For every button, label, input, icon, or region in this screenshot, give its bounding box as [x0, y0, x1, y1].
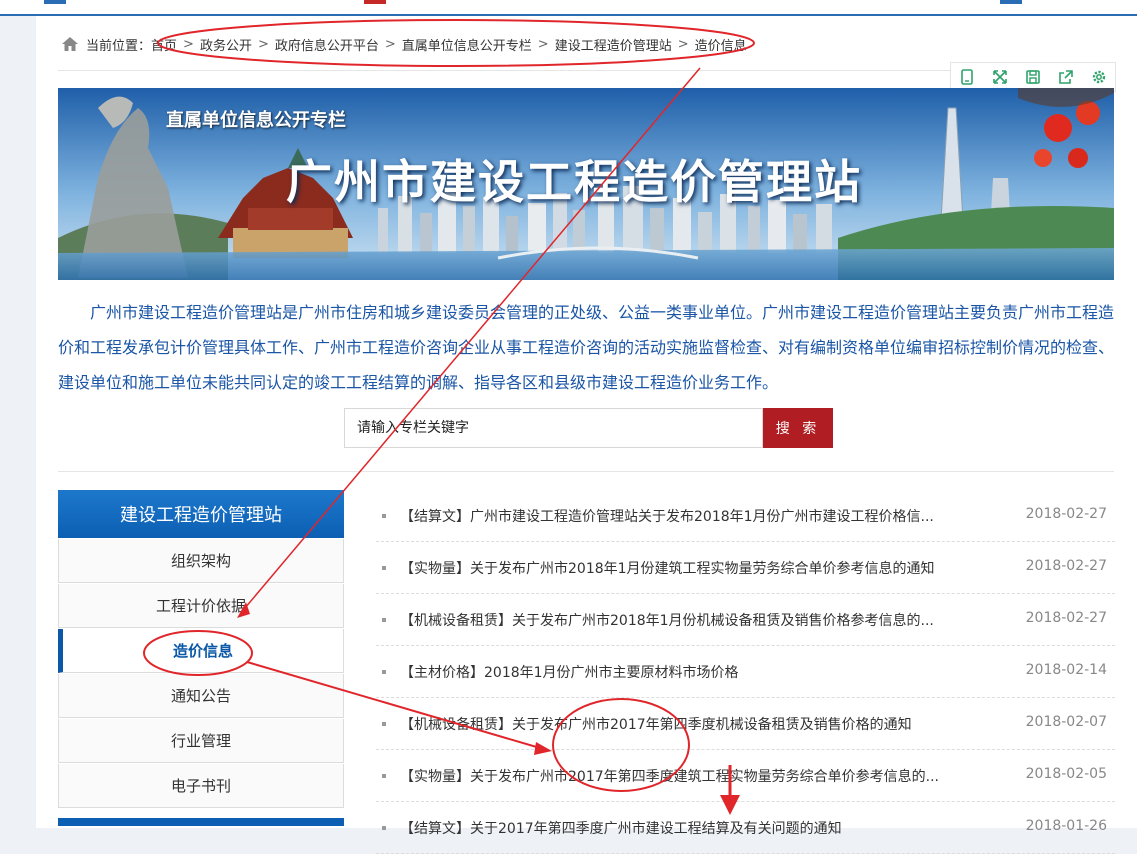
- news-date: 2018-02-05: [1025, 766, 1107, 782]
- banner: 直属单位信息公开专栏 广州市建设工程造价管理站: [58, 88, 1114, 280]
- breadcrumb-separator: >: [677, 36, 689, 52]
- news-title[interactable]: 【结算文】关于2017年第四季度广州市建设工程结算及有关问题的通知: [400, 818, 990, 838]
- sidebar: 建设工程造价管理站 组织架构 工程计价依据 造价信息 通知公告 行业管理 电子书…: [58, 490, 344, 826]
- news-title[interactable]: 【机械设备租赁】关于发布广州市2017年第四季度机械设备租赁及销售价格的通知: [400, 714, 990, 734]
- news-title[interactable]: 【机械设备租赁】关于发布广州市2018年1月份机械设备租赁及销售价格参考信息的.…: [400, 610, 990, 630]
- sidebar-item-pricing-basis[interactable]: 工程计价依据: [58, 584, 344, 628]
- save-icon[interactable]: [1017, 63, 1050, 91]
- page-container: 当前位置： 首页 > 政务公开 > 政府信息公开平台 > 直属单位信息公开专栏 …: [36, 16, 1137, 854]
- bullet-icon: [382, 774, 386, 778]
- bullet-icon: [382, 722, 386, 726]
- bullet-icon: [382, 566, 386, 570]
- list-item[interactable]: 【机械设备租赁】关于发布广州市2017年第四季度机械设备租赁及销售价格的通知 2…: [376, 698, 1115, 750]
- share-icon[interactable]: [1049, 63, 1082, 91]
- breadcrumb-label: 当前位置：: [86, 38, 152, 54]
- breadcrumb-separator: >: [257, 36, 269, 52]
- bullet-icon: [382, 618, 386, 622]
- news-title[interactable]: 【结算文】广州市建设工程造价管理站关于发布2018年1月份广州市建设工程价格信.…: [400, 506, 990, 526]
- list-item[interactable]: 【机械设备租赁】关于发布广州市2018年1月份机械设备租赁及销售价格参考信息的.…: [376, 594, 1115, 646]
- list-item[interactable]: 【主材价格】2018年1月份广州市主要原材料市场价格 2018-02-14: [376, 646, 1115, 698]
- search-button[interactable]: 搜 索: [763, 408, 833, 448]
- nav-tab-marker-1[interactable]: [44, 0, 66, 4]
- list-item[interactable]: 【结算文】广州市建设工程造价管理站关于发布2018年1月份广州市建设工程价格信.…: [376, 490, 1115, 542]
- list-item[interactable]: 【实物量】关于发布广州市2018年1月份建筑工程实物量劳务综合单价参考信息的通知…: [376, 542, 1115, 594]
- nav-tab-marker-2[interactable]: [364, 0, 386, 4]
- breadcrumb-separator: >: [183, 36, 194, 52]
- settings-icon[interactable]: [1082, 63, 1115, 91]
- sidebar-item-ebooks[interactable]: 电子书刊: [58, 764, 344, 808]
- news-list: 【结算文】广州市建设工程造价管理站关于发布2018年1月份广州市建设工程价格信.…: [376, 490, 1115, 854]
- news-date: 2018-02-27: [1025, 610, 1107, 626]
- news-date: 2018-02-14: [1025, 662, 1107, 678]
- breadcrumb-separator: >: [537, 36, 549, 52]
- news-date: 2018-02-07: [1025, 714, 1107, 730]
- news-title[interactable]: 【主材价格】2018年1月份广州市主要原材料市场价格: [400, 662, 990, 682]
- search-input[interactable]: 请输入专栏关键字: [344, 408, 763, 448]
- mobile-icon[interactable]: [951, 63, 984, 91]
- breadcrumb-info-platform[interactable]: 政府信息公开平台: [275, 35, 379, 54]
- home-icon[interactable]: [62, 37, 78, 51]
- intro-text: 广州市建设工程造价管理站是广州市住房和城乡建设委员会管理的正处级、公益一类事业单…: [58, 303, 1115, 392]
- banner-title: 广州市建设工程造价管理站: [286, 155, 862, 209]
- breadcrumb-units-column[interactable]: 直属单位信息公开专栏: [402, 35, 532, 54]
- sidebar-item-notices[interactable]: 通知公告: [58, 674, 344, 718]
- search-bar: 请输入专栏关键字 搜 索: [344, 408, 833, 448]
- bullet-icon: [382, 514, 386, 518]
- breadcrumb-home[interactable]: 首页: [151, 35, 177, 54]
- sidebar-item-cost-info[interactable]: 造价信息: [58, 629, 344, 673]
- breadcrumb-cost-info[interactable]: 造价信息: [695, 35, 747, 54]
- breadcrumb-cost-station[interactable]: 建设工程造价管理站: [555, 35, 672, 54]
- list-item[interactable]: 【结算文】关于2017年第四季度广州市建设工程结算及有关问题的通知 2018-0…: [376, 802, 1115, 854]
- sidebar-item-org[interactable]: 组织架构: [58, 539, 344, 583]
- news-title[interactable]: 【实物量】关于发布广州市2017年第四季度建筑工程实物量劳务综合单价参考信息的.…: [400, 766, 990, 786]
- sidebar-item-industry[interactable]: 行业管理: [58, 719, 344, 763]
- top-navigation: [0, 0, 1137, 16]
- breadcrumb-gov-affairs[interactable]: 政务公开: [200, 35, 252, 54]
- breadcrumb: 当前位置： 首页 > 政务公开 > 政府信息公开平台 > 直属单位信息公开专栏 …: [62, 34, 747, 54]
- sidebar-next-section: [58, 818, 344, 826]
- news-title[interactable]: 【实物量】关于发布广州市2018年1月份建筑工程实物量劳务综合单价参考信息的通知: [400, 558, 990, 578]
- list-item[interactable]: 【实物量】关于发布广州市2017年第四季度建筑工程实物量劳务综合单价参考信息的.…: [376, 750, 1115, 802]
- bullet-icon: [382, 826, 386, 830]
- banner-subtitle: 直属单位信息公开专栏: [166, 110, 346, 131]
- fullscreen-icon[interactable]: [984, 63, 1017, 91]
- news-date: 2018-02-27: [1025, 558, 1107, 574]
- breadcrumb-separator: >: [384, 36, 396, 52]
- news-date: 2018-02-27: [1025, 506, 1107, 522]
- section-divider: [58, 471, 1114, 472]
- nav-tab-marker-3[interactable]: [1000, 0, 1022, 4]
- news-date: 2018-01-26: [1025, 818, 1107, 834]
- bullet-icon: [382, 670, 386, 674]
- sidebar-title: 建设工程造价管理站: [58, 490, 344, 538]
